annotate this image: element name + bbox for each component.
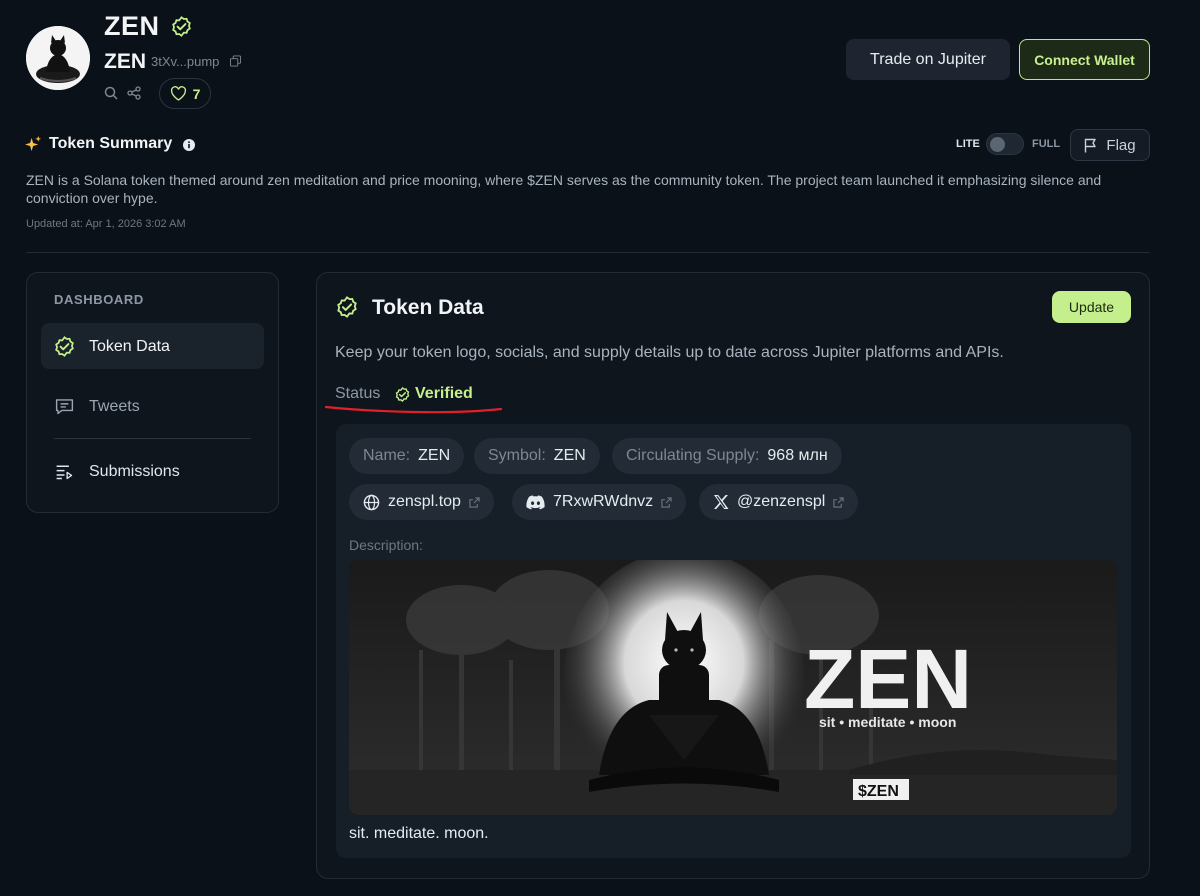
description-label: Description:	[349, 537, 423, 553]
banner-logo-text: ZEN	[804, 632, 972, 726]
flag-label: Flag	[1106, 136, 1136, 154]
symbol-chip: Symbol: ZEN	[474, 438, 600, 474]
flag-button[interactable]: Flag	[1070, 129, 1150, 161]
sidebar-divider	[54, 438, 251, 439]
website-link-label: zenspl.top	[388, 493, 461, 510]
verified-badge-icon	[395, 387, 410, 402]
toggle-knob	[990, 137, 1005, 152]
token-symbol: ZEN	[104, 50, 146, 73]
verified-badge-icon	[172, 16, 191, 37]
token-summary-text: ZEN is a Solana token themed around zen …	[26, 172, 1102, 206]
discord-link-label: 7RxwRWdnvz	[553, 493, 654, 510]
sparkle-icon	[25, 136, 42, 152]
trade-on-jupiter-button[interactable]: Trade on Jupiter	[846, 39, 1010, 80]
sidebar-item-tweets[interactable]: Tweets	[54, 396, 140, 417]
heart-icon	[170, 86, 186, 101]
globe-icon	[363, 494, 380, 510]
token-address: 3tXv...pump	[151, 54, 220, 69]
like-count: 7	[192, 85, 201, 102]
red-underline-annotation	[324, 405, 503, 414]
token-banner-image: ZEN sit • meditate • moon $ZEN	[349, 560, 1117, 815]
lite-full-toggle[interactable]	[986, 133, 1024, 155]
chip-value: ZEN	[553, 447, 586, 464]
name-chip: Name: ZEN	[349, 438, 465, 474]
token-data-title: Token Data	[372, 296, 484, 319]
discord-link-chip[interactable]: 7RxwRWdnvz	[512, 484, 687, 520]
section-divider	[26, 252, 1150, 253]
token-avatar	[26, 26, 90, 90]
mode-full-label: FULL	[1032, 138, 1061, 150]
banner-caption: sit. meditate. moon.	[349, 825, 489, 842]
like-button[interactable]: 7	[159, 78, 211, 109]
sidebar-item-label: Token Data	[89, 337, 170, 355]
mode-lite-label: LITE	[956, 138, 980, 150]
chip-key: Symbol:	[488, 447, 546, 464]
chip-value: 968 млн	[767, 447, 828, 464]
external-link-icon	[833, 496, 844, 508]
x-link-chip[interactable]: @zenzenspl	[699, 484, 859, 520]
info-icon[interactable]	[183, 139, 195, 151]
chip-value: ZEN	[418, 447, 451, 464]
search-icon[interactable]	[104, 86, 118, 100]
banner-ticker: $ZEN	[858, 783, 899, 800]
flag-icon	[1085, 138, 1097, 152]
copy-icon[interactable]	[230, 55, 241, 67]
x-link-label: @zenzenspl	[737, 493, 826, 510]
sidebar-item-submissions[interactable]: Submissions	[54, 461, 180, 482]
sidebar-item-label: Tweets	[89, 397, 140, 415]
token-data-description: Keep your token logo, socials, and suppl…	[335, 344, 1004, 361]
website-link-chip[interactable]: zenspl.top	[349, 484, 494, 520]
sidebar-item-label: Submissions	[89, 462, 180, 480]
connect-wallet-button[interactable]: Connect Wallet	[1019, 39, 1150, 80]
token-title: ZEN	[104, 11, 160, 41]
x-logo-icon	[714, 495, 729, 509]
external-link-icon	[661, 496, 672, 508]
verified-badge-icon	[337, 296, 357, 318]
verified-badge-icon	[55, 336, 74, 357]
sidebar-item-token-data[interactable]: Token Data	[54, 336, 170, 357]
list-icon	[56, 465, 73, 480]
chip-key: Circulating Supply:	[626, 447, 760, 464]
share-icon[interactable]	[127, 86, 141, 100]
discord-icon	[526, 494, 545, 509]
external-link-icon	[469, 496, 480, 508]
token-summary-title: Token Summary	[49, 135, 173, 152]
banner-tagline: sit • meditate • moon	[819, 714, 956, 730]
updated-at: Updated at: Apr 1, 2026 3:02 AM	[26, 218, 186, 230]
chip-key: Name:	[363, 447, 411, 464]
dashboard-section-label: DASHBOARD	[54, 292, 144, 307]
message-icon	[55, 399, 74, 415]
update-button[interactable]: Update	[1052, 291, 1131, 323]
circulating-supply-chip: Circulating Supply: 968 млн	[612, 438, 842, 474]
